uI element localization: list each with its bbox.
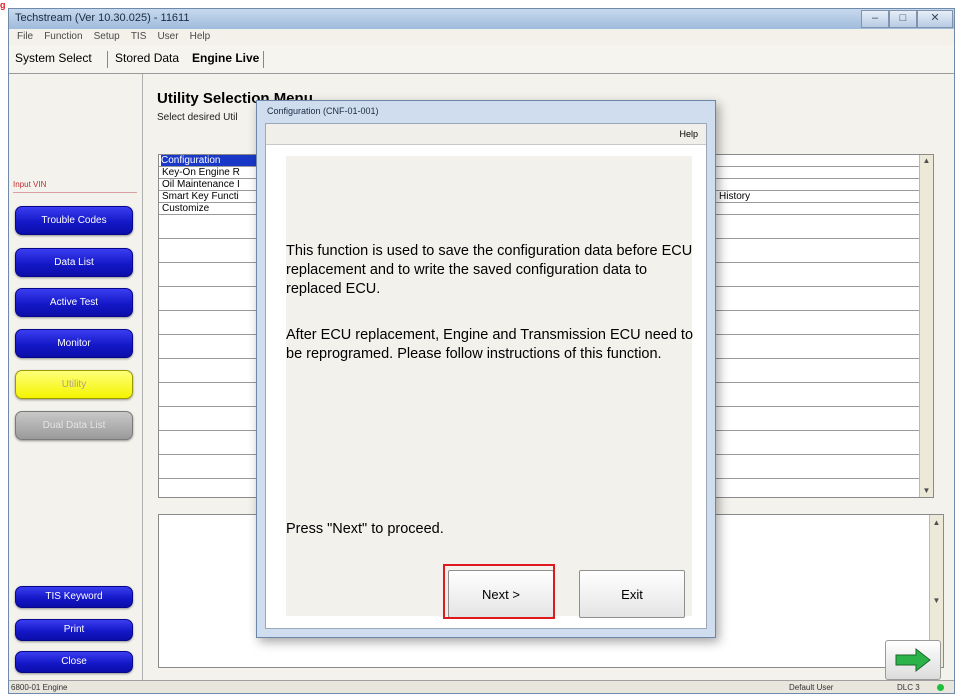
list-item-label: Configuration	[161, 155, 259, 166]
dialog-menu: Help	[266, 124, 706, 145]
sidebar: Input VIN Trouble Codes Data List Active…	[9, 74, 143, 680]
tab-separator	[107, 51, 108, 68]
scroll-down-icon[interactable]: ▼	[920, 485, 933, 497]
menu-function[interactable]: Function	[44, 29, 82, 45]
monitor-button[interactable]: Monitor	[15, 329, 133, 358]
scroll-up-icon[interactable]: ▲	[920, 155, 933, 167]
scroll-up-icon[interactable]: ▲	[930, 517, 943, 529]
window-title: Techstream (Ver 10.30.025) - 11611	[15, 12, 190, 24]
tab-separator	[263, 51, 264, 68]
tab-system-select[interactable]: System Select	[15, 51, 92, 65]
title-bar: Techstream (Ver 10.30.025) - 11611 – □ ✕	[9, 9, 954, 29]
dialog-paragraph: After ECU replacement, Engine and Transm…	[286, 327, 694, 362]
list-scrollbar[interactable]: ▲ ▼	[919, 155, 933, 497]
close-button[interactable]: Close	[15, 651, 133, 673]
list-item-label: Smart Key Functi	[162, 191, 239, 202]
dialog-title: Configuration (CNF-01-001)	[267, 106, 379, 116]
divider	[13, 192, 137, 193]
tab-stored-data[interactable]: Stored Data	[115, 51, 179, 65]
status-user: Default User	[789, 683, 834, 692]
highlight-box	[443, 564, 555, 619]
dual-data-list-button[interactable]: Dual Data List	[15, 411, 133, 440]
menu-file[interactable]: File	[17, 29, 33, 45]
input-vin-link[interactable]: Input VIN	[13, 180, 46, 189]
configuration-dialog: Configuration (CNF-01-001) Help This fun…	[256, 100, 716, 638]
list-item-label: Customize	[162, 203, 210, 214]
minimize-button[interactable]: –	[861, 10, 889, 28]
exit-button[interactable]: Exit	[579, 570, 685, 618]
dialog-body: This function is used to save the config…	[286, 156, 693, 616]
scroll-down-icon[interactable]: ▼	[930, 595, 943, 607]
maximize-button[interactable]: □	[889, 10, 917, 28]
corner-mark: g	[0, 0, 6, 10]
tab-bar: System Select Stored Data Engine Live	[9, 45, 954, 74]
dialog-paragraph: This function is used to save the config…	[286, 243, 693, 297]
list-item-detail: History	[719, 191, 751, 202]
close-window-button[interactable]: ✕	[917, 10, 953, 28]
status-dlc: DLC 3	[897, 683, 920, 692]
proceed-text: Press "Next" to proceed.	[286, 521, 444, 537]
menu-help[interactable]: Help	[190, 29, 211, 45]
status-bar: 6800-01 Engine Default User DLC 3	[9, 680, 954, 693]
tis-keyword-button[interactable]: TIS Keyword	[15, 586, 133, 608]
status-left: 6800-01 Engine	[11, 683, 68, 692]
connection-status-icon	[937, 684, 944, 691]
page-subtitle: Select desired Util	[157, 112, 238, 123]
tab-engine-live[interactable]: Engine Live	[192, 51, 259, 65]
next-arrow-button[interactable]	[885, 640, 941, 680]
dialog-content: Help This function is used to save the c…	[265, 123, 707, 629]
utility-button[interactable]: Utility	[15, 370, 133, 399]
menu-bar: File Function Setup TIS User Help	[9, 29, 954, 45]
menu-setup[interactable]: Setup	[94, 29, 120, 45]
trouble-codes-button[interactable]: Trouble Codes	[15, 206, 133, 235]
data-list-button[interactable]: Data List	[15, 248, 133, 277]
arrow-right-icon	[895, 647, 931, 673]
list-item-label: Key-On Engine R	[162, 167, 240, 178]
print-button[interactable]: Print	[15, 619, 133, 641]
list-item-label: Oil Maintenance I	[162, 179, 240, 190]
active-test-button[interactable]: Active Test	[15, 288, 133, 317]
menu-user[interactable]: User	[157, 29, 178, 45]
menu-tis[interactable]: TIS	[131, 29, 147, 45]
help-menu[interactable]: Help	[679, 129, 698, 139]
